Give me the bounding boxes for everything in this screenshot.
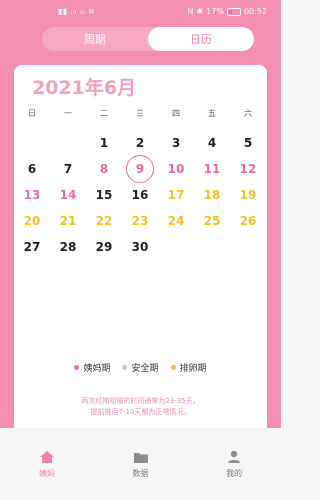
calendar-day[interactable]: 20 <box>14 214 50 228</box>
legend-period-label: 姨妈期 <box>83 364 111 374</box>
legend-period: 姨妈期 <box>74 361 110 374</box>
weekday-label: 二 <box>100 109 108 118</box>
tab-home-label: 姨妈 <box>38 468 55 478</box>
view-switcher: 周期 日历 <box>42 27 254 51</box>
status-bar: ▮▮ ᵢₗₗ ᵢₗₗ ≋ N ✱ 17% 00:52 <box>0 0 281 24</box>
calendar-day[interactable]: 1 <box>86 136 122 150</box>
calendar-day[interactable]: 16 <box>122 188 158 202</box>
calendar-day[interactable]: 14 <box>50 188 86 202</box>
tab-data-label: 数据 <box>132 468 149 478</box>
calendar-week-row: 13 14 15 16 17 18 19 <box>14 182 267 208</box>
weekday-header: 日 一 二 三 四 五 六 <box>14 108 267 119</box>
calendar-week-row: 6 7 8 9 10 11 12 <box>14 155 267 183</box>
legend-safe-label: 安全期 <box>131 364 159 374</box>
calendar-week-row: 20 21 22 23 24 25 26 <box>14 208 267 234</box>
calendar-grid: 1 2 3 4 5 6 7 8 9 10 11 12 13 14 15 16 17 18 19 20 21 22 23 24 2… <box>14 130 267 260</box>
tab-calendar[interactable]: 日历 <box>148 27 254 51</box>
calendar-day[interactable]: 29 <box>86 240 122 254</box>
tab-mine-label: 我的 <box>226 468 243 478</box>
period-dot-icon <box>74 365 80 370</box>
weekday-label: 一 <box>64 109 72 118</box>
clock: 00:52 <box>243 7 267 16</box>
tab-cycle[interactable]: 周期 <box>42 27 148 51</box>
month-title: 2021年6月 <box>32 77 137 99</box>
calendar-day[interactable]: 10 <box>158 162 194 176</box>
note-line-1: 两次经期相隔的时间通常为23-35天， <box>81 397 200 405</box>
nfc-icon: N <box>187 7 194 16</box>
calendar-day[interactable]: 8 <box>86 162 122 176</box>
calendar-day[interactable]: 15 <box>86 188 122 202</box>
calendar-day[interactable]: 4 <box>194 136 230 150</box>
bluetooth-icon: ✱ <box>196 7 204 16</box>
weekday-label: 四 <box>172 109 180 118</box>
legend-ovulation: 排卵期 <box>170 361 207 374</box>
legend-safe: 安全期 <box>122 361 159 374</box>
calendar-day[interactable]: 6 <box>14 162 50 176</box>
legend: 姨妈期 安全期 排卵期 <box>14 361 267 374</box>
folder-icon <box>133 452 148 463</box>
weekday-label: 六 <box>244 109 252 118</box>
calendar-day[interactable]: 9 <box>122 155 158 183</box>
legend-ovulation-label: 排卵期 <box>179 364 207 374</box>
cycle-note: 两次经期相隔的时间通常为23-35天， 提前推后7-10天都为正常情况。 <box>14 396 267 418</box>
calendar-day[interactable]: 27 <box>14 240 50 254</box>
calendar-card: 2021年6月 日 一 二 三 四 五 六 1 2 3 4 5 6 7 8 9 10 11 12 13 1… <box>14 65 267 441</box>
calendar-day[interactable]: 24 <box>158 214 194 228</box>
weekday-label: 日 <box>28 109 36 118</box>
calendar-day[interactable]: 12 <box>230 162 266 176</box>
calendar-day[interactable]: 3 <box>158 136 194 150</box>
calendar-day[interactable]: 26 <box>230 214 266 228</box>
weekday-label: 五 <box>208 109 216 118</box>
signal-icons: ▮▮ ᵢₗₗ ᵢₗₗ ≋ <box>58 7 96 16</box>
safe-dot-icon <box>122 365 128 370</box>
calendar-day[interactable]: 28 <box>50 240 86 254</box>
calendar-day[interactable]: 7 <box>50 162 86 176</box>
calendar-day[interactable]: 30 <box>122 240 158 254</box>
calendar-day[interactable]: 13 <box>14 188 50 202</box>
battery-icon <box>226 7 241 16</box>
calendar-day[interactable]: 18 <box>194 188 230 202</box>
calendar-day[interactable]: 19 <box>230 188 266 202</box>
calendar-day[interactable]: 22 <box>86 214 122 228</box>
weekday-label: 三 <box>136 109 144 118</box>
user-icon <box>228 450 241 463</box>
tab-data[interactable]: 数据 <box>94 428 188 500</box>
calendar-day[interactable]: 5 <box>230 136 266 150</box>
calendar-day[interactable]: 21 <box>50 214 86 228</box>
calendar-week-row: 27 28 29 30 <box>14 234 267 260</box>
calendar-day[interactable]: 17 <box>158 188 194 202</box>
ovulation-dot-icon <box>170 365 176 370</box>
calendar-week-row: 12345 <box>14 130 267 156</box>
battery-percent: 17% <box>206 7 224 16</box>
home-icon <box>39 450 54 463</box>
note-line-2: 提前推后7-10天都为正常情况。 <box>90 408 191 416</box>
calendar-day[interactable]: 2 <box>122 136 158 150</box>
bottom-tab-bar: 姨妈 数据 我的 <box>0 428 281 500</box>
calendar-day[interactable]: 11 <box>194 162 230 176</box>
calendar-day[interactable]: 25 <box>194 214 230 228</box>
tab-home[interactable]: 姨妈 <box>0 428 94 500</box>
calendar-day[interactable]: 23 <box>122 214 158 228</box>
tab-mine[interactable]: 我的 <box>187 428 281 500</box>
